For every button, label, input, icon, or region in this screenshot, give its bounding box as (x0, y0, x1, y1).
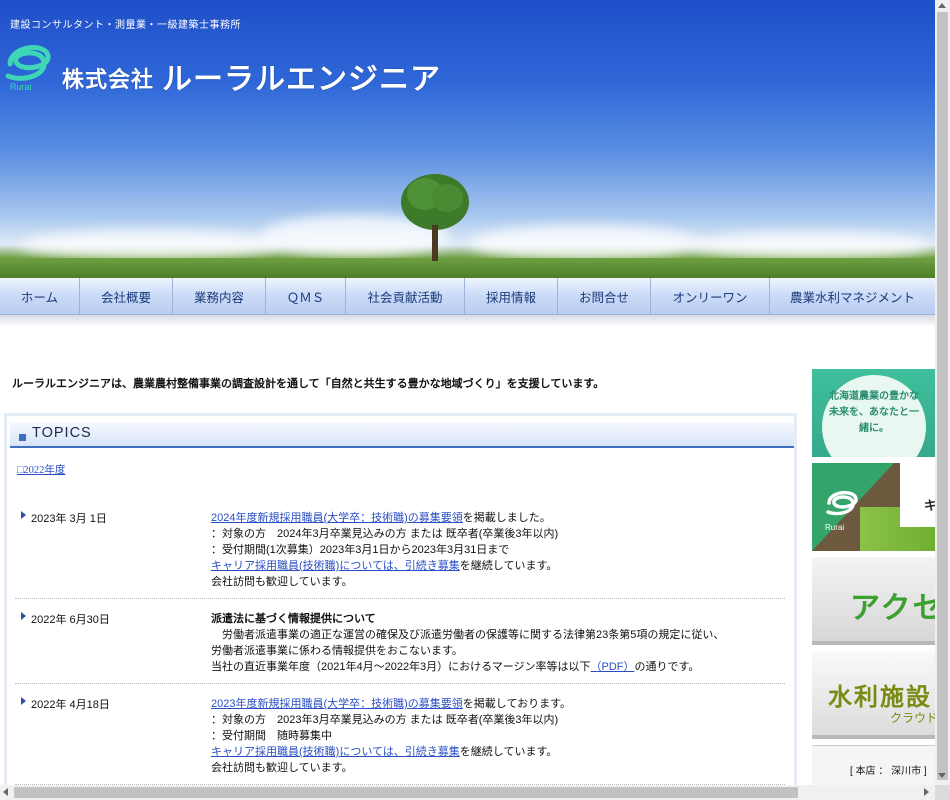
news-item: 2022年 4月18日 2023年度新規採用職員(大学卒：技術職)の募集要領を掲… (15, 696, 785, 786)
cloud-decoration (20, 230, 280, 260)
news-text: の通りです。 (634, 661, 700, 673)
company-name[interactable]: 株式会社 ルーラルエンジニア (62, 54, 441, 98)
tree-icon (401, 174, 469, 261)
news-separator (15, 598, 785, 599)
logo-text: Rurai (10, 82, 32, 92)
lead-text: ルーラルエンジニアは、農業農村整備事業の調査設計を通して「自然と共生する豊かな地… (12, 378, 605, 390)
news-separator (15, 683, 785, 684)
scrollbar-thumb[interactable] (937, 12, 948, 780)
news-text: を継続しています。 (459, 746, 558, 758)
square-bullet-icon (19, 434, 26, 441)
news-text: を掲載しております。 (462, 698, 572, 710)
scroll-down-arrow-icon[interactable] (938, 773, 946, 778)
news-text: ：受付期間(1次募集）2023年3月1日から2023年3月31日まで (211, 544, 510, 556)
nav-item-only-one[interactable]: オンリーワン (651, 278, 770, 314)
company-logo-icon[interactable]: Rurai (2, 36, 54, 92)
banner-text: 水利施設 (828, 684, 932, 711)
news-body: 2024年度新規採用職員(大学卒：技術職)の募集要領を掲載しました。 ：対象の方… (211, 510, 781, 590)
banner-access[interactable]: アクセ (812, 557, 935, 645)
topics-title: TOPICS (32, 425, 92, 441)
nav-item-home[interactable]: ホーム (0, 278, 80, 314)
company-prefix: 株式会社 (62, 67, 155, 92)
news-text: 会社訪問も歓迎しています。 (211, 762, 353, 774)
news-item: 2023年 3月 1日 2024年度新規採用職員(大学卒：技術職)の募集要領を掲… (15, 510, 785, 600)
banner-text: 北海道農業の豊かな未来を、あなたと一緒に。 (829, 391, 919, 434)
arrow-right-icon (21, 511, 26, 519)
scrollbar-corner (935, 785, 950, 800)
nav-shadow (0, 315, 935, 327)
main-nav: ホーム 会社概要 業務内容 ＱＭＳ 社会貢献活動 採用情報 お問合せ オンリーワ… (0, 278, 935, 315)
year-2022-link[interactable]: □2022年度 (17, 462, 65, 477)
recruit-2023-link[interactable]: 2023年度新規採用職員(大学卒：技術職)の募集要領 (211, 698, 463, 710)
nav-item-csr[interactable]: 社会貢献活動 (346, 278, 465, 314)
news-heading: 派遣法に基づく情報提供について (211, 613, 376, 625)
recruit-2024-link[interactable]: 2024年度新規採用職員(大学卒：技術職)の募集要領 (211, 512, 463, 524)
scroll-right-arrow-icon[interactable] (924, 788, 929, 796)
banner-hokkaido-agriculture[interactable]: 北海道農業の豊かな未来を、あなたと一緒に。 (812, 369, 935, 457)
banner-subtext: クラウド (890, 711, 935, 725)
news-text: 会社訪問も歓迎しています。 (211, 576, 353, 588)
news-text: ：対象の方 2023年3月卒業見込みの方 または 既卒者(卒業後3年以内) (211, 714, 559, 726)
news-text: ：対象の方 2024年3月卒業見込みの方 または 既卒者(卒業後3年以内) (211, 528, 559, 540)
news-text: ：受付期間 随時募集中 (211, 730, 332, 742)
company-tagline: 建設コンサルタント・測量業・一級建築士事務所 (10, 20, 241, 31)
topics-header: TOPICS (10, 422, 794, 448)
head-office-info: [ 本店 ： 深川市 ] (812, 745, 935, 785)
news-text: 労働者派遣事業に係わる情報提供をおこないます。 (211, 645, 463, 657)
news-date: 2022年 6月30日 (31, 614, 110, 626)
nav-item-services[interactable]: 業務内容 (173, 278, 266, 314)
news-item: 2022年 6月30日 派遣法に基づく情報提供について 労働者派遣事業の適正な運… (15, 611, 785, 685)
banner-water-facility[interactable]: 水利施設 クラウド (812, 651, 935, 739)
header-banner: 建設コンサルタント・測量業・一級建築士事務所 Rurai 株式会社 ルーラルエンジ… (0, 0, 935, 278)
news-body: 派遣法に基づく情報提供について 労働者派遣事業の適正な運営の確保及び派遣労働者の… (211, 611, 781, 675)
nav-item-company[interactable]: 会社概要 (80, 278, 173, 314)
nav-item-recruit[interactable]: 採用情報 (465, 278, 558, 314)
nav-item-contact[interactable]: お問合せ (558, 278, 651, 314)
banner-career[interactable]: Rurai キ (812, 463, 935, 551)
vertical-scrollbar[interactable] (935, 0, 950, 785)
news-text: 労働者派遣事業の適正な運営の確保及び派遣労働者の保護等に関する法律第23条第5項… (211, 629, 725, 641)
scroll-left-arrow-icon[interactable] (3, 788, 8, 796)
banner-logo-text: Rurai (825, 523, 845, 532)
head-office-text: [ 本店 ： 深川市 ] (850, 766, 927, 777)
cloud-decoration (470, 225, 700, 261)
career-recruit-link[interactable]: キャリア採用職員(技術職)については、引続き募集 (211, 560, 460, 572)
pdf-link[interactable]: （PDF） (591, 661, 635, 673)
career-recruit-link[interactable]: キャリア採用職員(技術職)については、引続き募集 (211, 746, 460, 758)
scroll-up-arrow-icon[interactable] (938, 3, 946, 8)
news-text: 当社の直近事業年度（2021年4月～2022年3月）におけるマージン率等は以下 (211, 661, 591, 673)
arrow-right-icon (21, 697, 26, 705)
nav-item-qms[interactable]: ＱＭＳ (266, 278, 346, 314)
news-body: 2023年度新規採用職員(大学卒：技術職)の募集要領を掲載しております。 ：対象… (211, 696, 781, 776)
scrollbar-thumb[interactable] (14, 787, 798, 798)
news-date: 2023年 3月 1日 (31, 513, 107, 525)
nav-item-water-management[interactable]: 農業水利マネジメント (770, 278, 935, 314)
company-name-text: ルーラルエンジニア (162, 63, 442, 96)
news-text: を継続しています。 (459, 560, 558, 572)
rurai-logo-icon (826, 490, 858, 516)
banner-text: アクセ (850, 592, 935, 625)
banner-text: キ (924, 499, 935, 514)
news-date: 2022年 4月18日 (31, 699, 110, 711)
news-text: を掲載しました。 (462, 512, 551, 524)
cloud-decoration (690, 232, 930, 260)
horizontal-scrollbar[interactable] (0, 785, 935, 800)
arrow-right-icon (21, 612, 26, 620)
topics-panel: TOPICS □2022年度 2023年 3月 1日 2024年度新規採用職員(… (4, 413, 797, 793)
